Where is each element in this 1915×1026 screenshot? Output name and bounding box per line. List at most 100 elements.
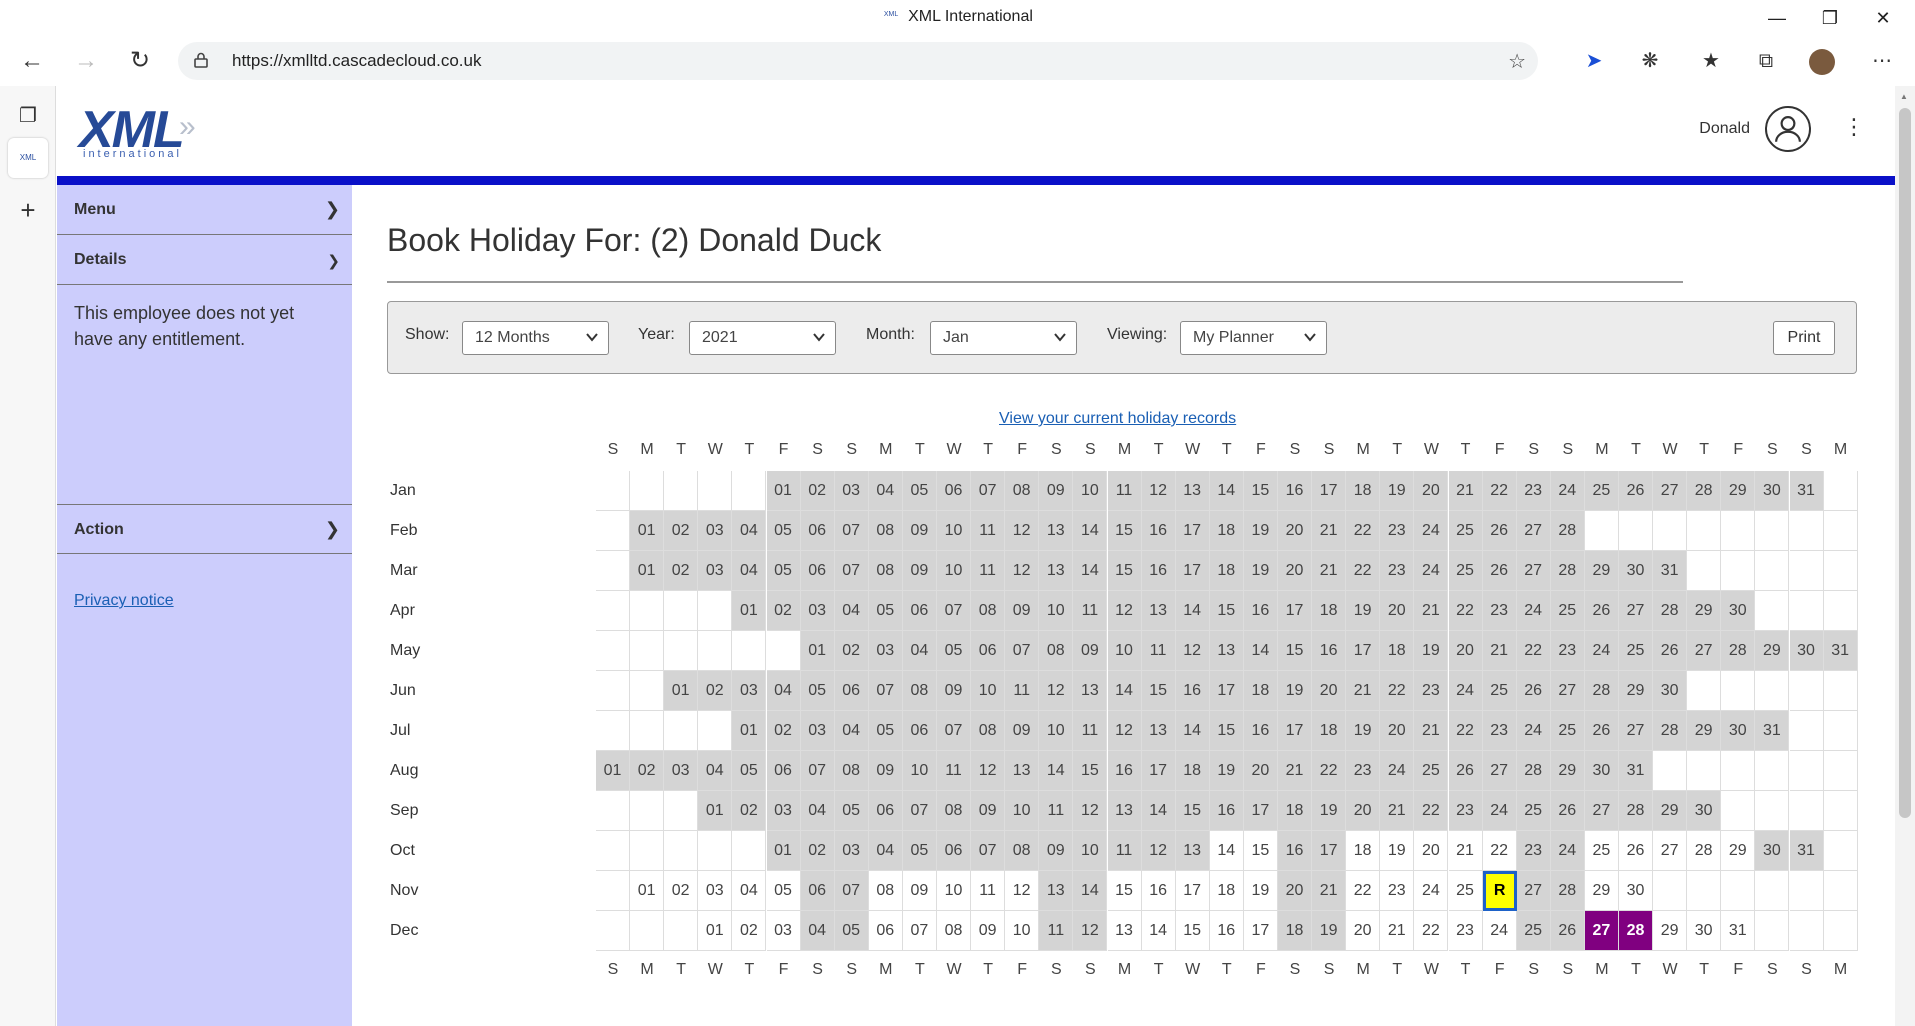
calendar-day-cell[interactable]: 06	[766, 751, 801, 791]
calendar-day-cell[interactable]: 08	[834, 751, 869, 791]
calendar-day-cell[interactable]: 16	[1107, 751, 1142, 791]
calendar-day-cell[interactable]: 10	[937, 551, 971, 591]
calendar-day-cell[interactable]: 07	[902, 911, 937, 951]
calendar-day-cell[interactable]: 03	[800, 591, 835, 631]
calendar-day-cell[interactable]: 23	[1448, 791, 1483, 831]
calendar-day-cell[interactable]: 02	[834, 631, 869, 671]
calendar-day-cell[interactable]: 02	[664, 871, 699, 911]
calendar-day-cell[interactable]: 24	[1516, 591, 1551, 631]
calendar-day-cell[interactable]: 29	[1687, 711, 1722, 751]
calendar-day-cell[interactable]: 24	[1550, 831, 1585, 871]
calendar-day-cell[interactable]: 19	[1346, 591, 1381, 631]
calendar-day-cell[interactable]: 30	[1789, 631, 1824, 671]
calendar-day-cell[interactable]: 23	[1380, 551, 1415, 591]
calendar-day-cell[interactable]: 22	[1448, 711, 1483, 751]
calendar-day-cell[interactable]: 11	[1107, 831, 1142, 871]
calendar-day-cell[interactable]: 27	[1653, 831, 1688, 871]
calendar-day-cell[interactable]: 08	[937, 791, 971, 831]
calendar-day-cell[interactable]: 12	[1073, 911, 1108, 951]
calendar-day-cell[interactable]: 18	[1243, 671, 1278, 711]
calendar-day-cell[interactable]: 27	[1550, 671, 1585, 711]
calendar-day-cell[interactable]: 14	[1243, 631, 1278, 671]
calendar-day-cell[interactable]: 24	[1380, 751, 1415, 791]
url-text[interactable]: https://xmlltd.cascadecloud.co.uk	[232, 51, 481, 71]
calendar-day-cell[interactable]: 22	[1312, 751, 1347, 791]
calendar-day-cell[interactable]: 06	[902, 711, 937, 751]
tab-actions-icon[interactable]: ❐	[8, 96, 48, 136]
calendar-day-cell[interactable]: 20	[1312, 671, 1347, 711]
calendar-day-cell[interactable]: 11	[1039, 911, 1074, 951]
calendar-day-cell[interactable]: 14	[1175, 591, 1210, 631]
calendar-day-cell[interactable]: 19	[1346, 711, 1381, 751]
calendar-day-cell[interactable]: 18	[1209, 551, 1244, 591]
calendar-day-cell[interactable]: 07	[800, 751, 835, 791]
calendar-day-cell[interactable]: 16	[1209, 911, 1244, 951]
calendar-day-cell[interactable]: 22	[1516, 631, 1551, 671]
calendar-day-cell[interactable]: 27	[1687, 631, 1722, 671]
xml-logo[interactable]: XML » international	[79, 100, 199, 160]
calendar-day-cell[interactable]: 15	[1175, 911, 1210, 951]
calendar-day-cell[interactable]: 08	[1005, 831, 1040, 871]
calendar-day-cell[interactable]: 04	[834, 591, 869, 631]
calendar-day-cell[interactable]: 01	[800, 631, 835, 671]
calendar-day-cell[interactable]: 31	[1789, 831, 1824, 871]
calendar-day-cell[interactable]: 24	[1550, 471, 1585, 511]
calendar-day-cell[interactable]: 23	[1380, 511, 1415, 551]
calendar-day-cell[interactable]: 15	[1073, 751, 1108, 791]
calendar-day-cell[interactable]: 22	[1482, 471, 1517, 511]
calendar-day-cell[interactable]: 09	[937, 671, 971, 711]
calendar-day-cell[interactable]: 17	[1312, 831, 1347, 871]
calendar-day-cell[interactable]: 23	[1482, 711, 1517, 751]
calendar-day-cell[interactable]: 11	[1141, 631, 1176, 671]
calendar-day-cell[interactable]: 01	[766, 471, 801, 511]
calendar-day-cell[interactable]: 30	[1721, 591, 1756, 631]
calendar-day-cell[interactable]: 20	[1448, 631, 1483, 671]
calendar-day-cell[interactable]: 20	[1278, 551, 1312, 591]
calendar-day-cell[interactable]: 19	[1209, 751, 1244, 791]
calendar-day-cell[interactable]: 24	[1448, 671, 1483, 711]
calendar-day-cell[interactable]: 31	[1823, 631, 1858, 671]
calendar-day-cell[interactable]: 20	[1278, 871, 1312, 911]
calendar-day-cell[interactable]: 14	[1141, 791, 1176, 831]
calendar-day-cell[interactable]: 21	[1278, 751, 1312, 791]
calendar-day-cell[interactable]: 19	[1312, 911, 1347, 951]
calendar-day-cell[interactable]: 07	[834, 511, 869, 551]
calendar-day-cell[interactable]: 12	[1005, 551, 1040, 591]
calendar-day-cell[interactable]: 30	[1653, 671, 1688, 711]
calendar-day-cell[interactable]: 23	[1380, 871, 1415, 911]
calendar-day-cell[interactable]: 07	[1005, 631, 1040, 671]
calendar-day-cell[interactable]: 17	[1141, 751, 1176, 791]
calendar-day-cell[interactable]: 27	[1619, 591, 1653, 631]
calendar-day-cell[interactable]: 07	[971, 471, 1006, 511]
browser-menu-icon[interactable]: ⋯	[1866, 45, 1898, 77]
calendar-day-cell[interactable]: 30	[1755, 831, 1790, 871]
calendar-day-cell[interactable]: 02	[732, 791, 767, 831]
calendar-day-cell[interactable]: 30	[1584, 751, 1619, 791]
calendar-day-cell[interactable]: 15	[1107, 871, 1142, 911]
calendar-day-cell[interactable]: 14	[1107, 671, 1142, 711]
calendar-day-cell[interactable]: 16	[1278, 471, 1312, 511]
calendar-day-cell[interactable]: 11	[971, 511, 1006, 551]
calendar-day-cell[interactable]: 17	[1278, 711, 1312, 751]
calendar-day-cell[interactable]: 01	[766, 831, 801, 871]
calendar-day-cell[interactable]: 21	[1414, 591, 1449, 631]
calendar-day-cell[interactable]: 27	[1516, 551, 1551, 591]
calendar-day-cell[interactable]: 11	[971, 551, 1006, 591]
calendar-day-cell[interactable]: 15	[1209, 711, 1244, 751]
scroll-up-arrow-icon[interactable]: ▲	[1900, 92, 1908, 101]
calendar-day-cell[interactable]: 05	[834, 791, 869, 831]
calendar-day-cell[interactable]: 22	[1414, 911, 1449, 951]
calendar-day-cell[interactable]: 03	[834, 471, 869, 511]
calendar-day-cell[interactable]: 29	[1550, 751, 1585, 791]
calendar-day-cell[interactable]: 07	[937, 711, 971, 751]
calendar-day-cell[interactable]: 12	[1141, 471, 1176, 511]
calendar-day-cell[interactable]: 17	[1312, 471, 1347, 511]
calendar-day-cell[interactable]: 09	[1039, 831, 1074, 871]
calendar-day-cell[interactable]: 13	[1107, 791, 1142, 831]
calendar-day-cell[interactable]: 25	[1584, 831, 1619, 871]
close-window-icon[interactable]: ✕	[1861, 4, 1905, 32]
calendar-day-cell[interactable]: 10	[1073, 831, 1108, 871]
calendar-day-cell[interactable]: 05	[868, 591, 903, 631]
calendar-day-cell[interactable]: 08	[902, 671, 937, 711]
calendar-day-cell[interactable]: 20	[1380, 591, 1415, 631]
